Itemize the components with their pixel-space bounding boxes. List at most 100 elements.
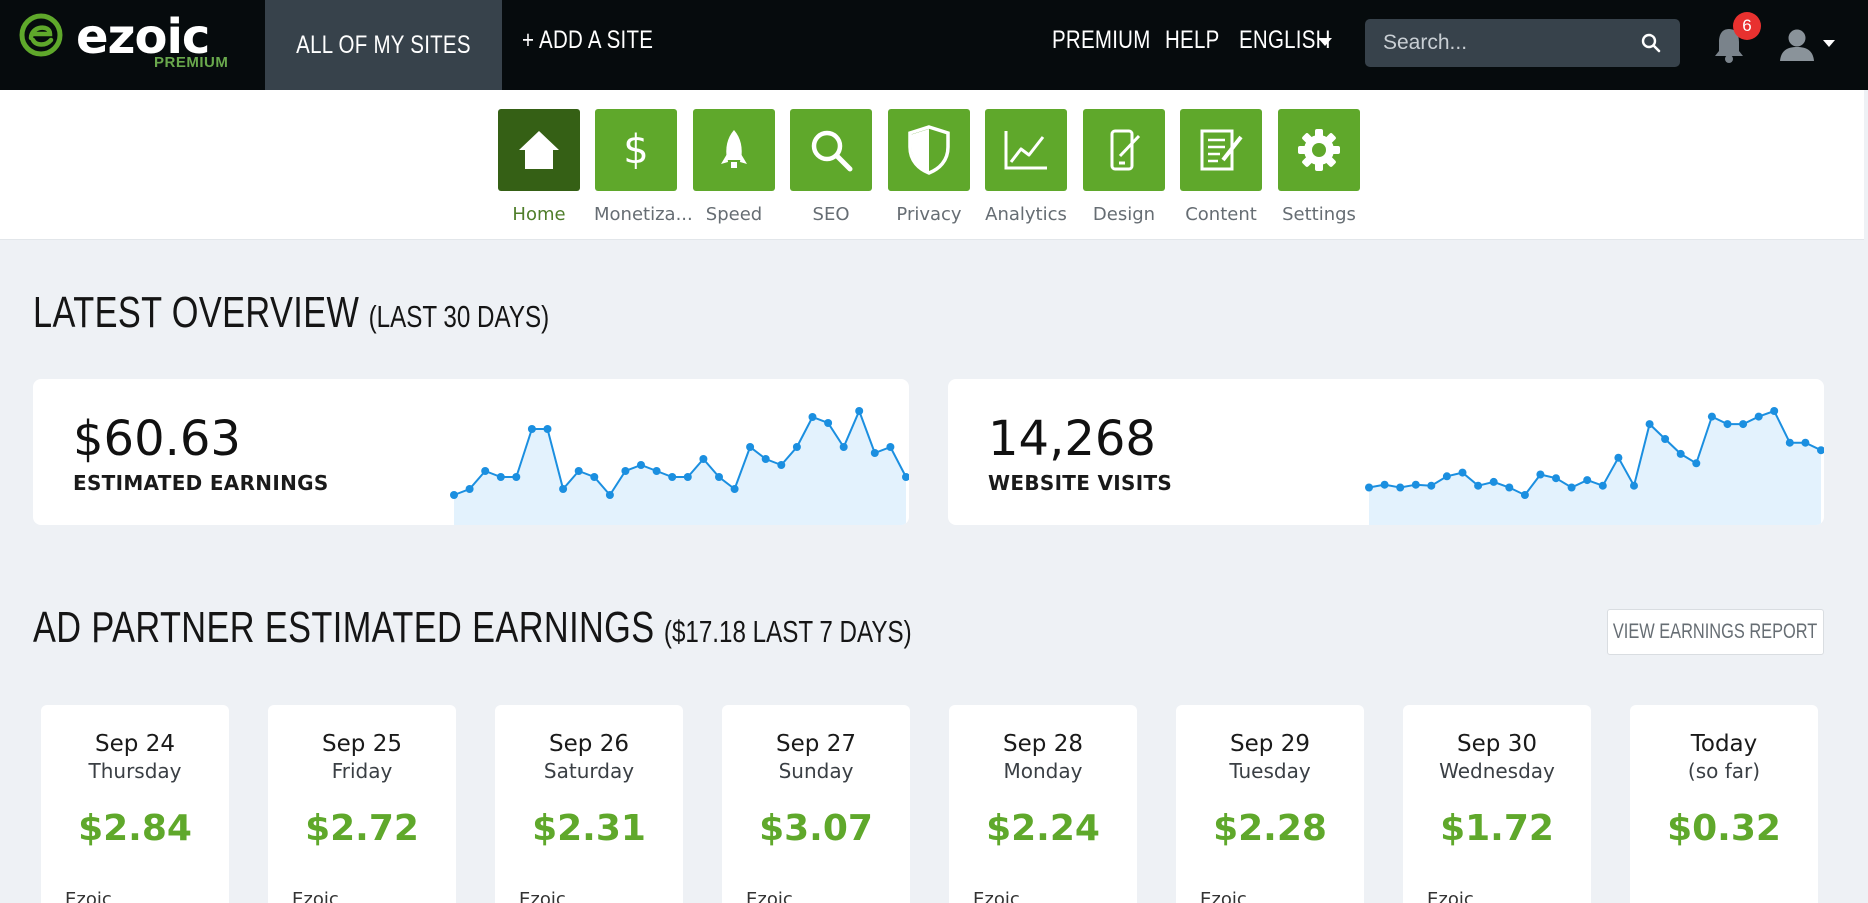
sparkline-point [792,443,801,451]
sparkline-point [668,473,677,481]
earnings-card[interactable]: $60.63 ESTIMATED EARNINGS [33,379,909,525]
overview-title: LATEST OVERVIEW [33,288,360,337]
language-caret-icon[interactable] [1318,38,1332,46]
ad-partner-title: AD PARTNER ESTIMATED EARNINGS [33,603,655,652]
sparkline-point [637,461,645,469]
day-partner-name: Ezoic [973,889,1020,903]
day-date: Sep 26 [549,731,629,757]
sparkline-point [465,485,474,493]
day-amount: $3.07 [759,808,873,849]
add-site-link[interactable]: + ADD A SITE [522,26,653,55]
day-partner-name: Ezoic [1427,889,1474,903]
user-avatar-icon[interactable] [1778,28,1816,62]
overview-heading: LATEST OVERVIEW (LAST 30 DAYS) [33,288,549,338]
overview-subtitle: (LAST 30 DAYS) [368,299,550,334]
sparkline-point [1536,470,1545,479]
tool-content[interactable]: Content [1179,109,1263,225]
ezoic-logo[interactable]: ezoic PREMIUM [18,10,258,74]
day-date: Sep 28 [1003,731,1083,757]
day-weekday: Wednesday [1439,759,1555,783]
language-dropdown[interactable]: ENGLISH [1239,26,1331,55]
sparkline-point [1630,481,1638,490]
sparkline-point [1785,438,1794,447]
day-partner-name: Ezoic [519,889,566,903]
premium-link[interactable]: PREMIUM [1052,26,1151,55]
search-input[interactable] [1365,19,1635,67]
tool-seo-label: SEO [812,204,850,225]
visits-card[interactable]: 14,268 WEBSITE VISITS [948,379,1824,525]
sparkline-point [1754,412,1763,421]
sparkline-point [1442,472,1451,481]
sparkline-point [496,473,505,481]
day-weekday: Monday [1003,759,1083,783]
day-date: Sep 29 [1230,731,1310,757]
gear-icon [1298,129,1340,171]
tool-privacy[interactable]: Privacy [887,109,971,225]
day-date: Sep 25 [322,731,402,757]
day-earnings-card[interactable]: Sep 24 Thursday $2.84 Ezoic [41,705,229,903]
tool-settings[interactable]: Settings [1277,109,1361,225]
sparkline-point [683,473,692,481]
notification-count-badge[interactable]: 6 [1733,12,1761,40]
sparkline-point [605,491,614,499]
magnifier-icon [811,130,853,172]
day-amount: $2.31 [532,808,646,849]
sparkline-point [559,485,568,493]
search-icon[interactable] [1640,32,1662,54]
tool-monetization[interactable]: $ Monetiza... [594,109,693,225]
sparkline-point [777,461,786,469]
day-amount: $2.28 [1213,808,1327,849]
sparkline-point [855,407,864,415]
sparkline-point [1692,459,1701,468]
view-earnings-report-button[interactable]: VIEW EARNINGS REPORT [1607,609,1824,655]
visits-value: 14,268 [988,411,1156,467]
day-amount: $2.72 [305,808,419,849]
tool-analytics[interactable]: Analytics [984,109,1068,225]
day-earnings-card[interactable]: Sep 26 Saturday $2.31 Ezoic [495,705,683,903]
sparkline-point [621,467,630,475]
day-weekday: Friday [331,759,393,783]
help-link[interactable]: HELP [1165,26,1220,55]
ad-partner-heading: AD PARTNER ESTIMATED EARNINGS ($17.18 LAS… [33,603,912,653]
day-date: Sep 24 [95,731,175,757]
user-menu-caret-icon[interactable] [1823,40,1835,47]
sparkline-area [454,411,906,525]
tool-seo[interactable]: SEO [789,109,873,225]
nav-all-my-sites-label: ALL OF MY SITES [296,30,471,59]
sparkline-point [1707,412,1716,421]
day-weekday: Tuesday [1229,759,1311,783]
day-earnings-card[interactable]: Sep 29 Tuesday $2.28 Ezoic [1176,705,1364,903]
day-earnings-card[interactable]: Sep 25 Friday $2.72 Ezoic [268,705,456,903]
day-earnings-card[interactable]: Today (so far) $0.32 [1630,705,1818,903]
day-earnings-card[interactable]: Sep 28 Monday $2.24 Ezoic [949,705,1137,903]
sparkline-point [1723,420,1732,429]
sparkline-point [1427,481,1436,490]
sparkline-point [1474,481,1483,490]
day-weekday: Thursday [88,759,182,783]
tool-speed[interactable]: Speed [692,109,776,225]
day-earnings-card[interactable]: Sep 30 Wednesday $1.72 Ezoic [1403,705,1591,903]
tool-design[interactable]: Design [1082,109,1166,225]
sparkline-area [1369,411,1821,525]
day-earnings-card[interactable]: Sep 27 Sunday $3.07 Ezoic [722,705,910,903]
sparkline-point [652,467,661,475]
earnings-value: $60.63 [73,411,241,467]
day-partner-name: Ezoic [292,889,339,903]
mobile-design-icon [1110,129,1141,171]
ezoic-logo-icon [19,13,63,57]
nav-all-my-sites[interactable]: ALL OF MY SITES [265,0,502,90]
day-amount: $0.32 [1667,808,1781,849]
tool-settings-label: Settings [1282,204,1356,225]
day-weekday: Sunday [778,759,854,783]
tool-monetization-label: Monetiza... [594,204,693,225]
sparkline-point [543,425,552,433]
sparkline-point [824,419,833,427]
visits-sparkline [1365,407,1824,525]
day-partner-name: Ezoic [65,889,112,903]
day-date: Today [1690,731,1758,757]
day-partner-name: Ezoic [746,889,793,903]
sparkline-point [1739,420,1748,429]
sparkline-point [1380,480,1389,489]
tool-home[interactable]: Home [497,109,581,225]
sparkline-point [886,443,895,451]
